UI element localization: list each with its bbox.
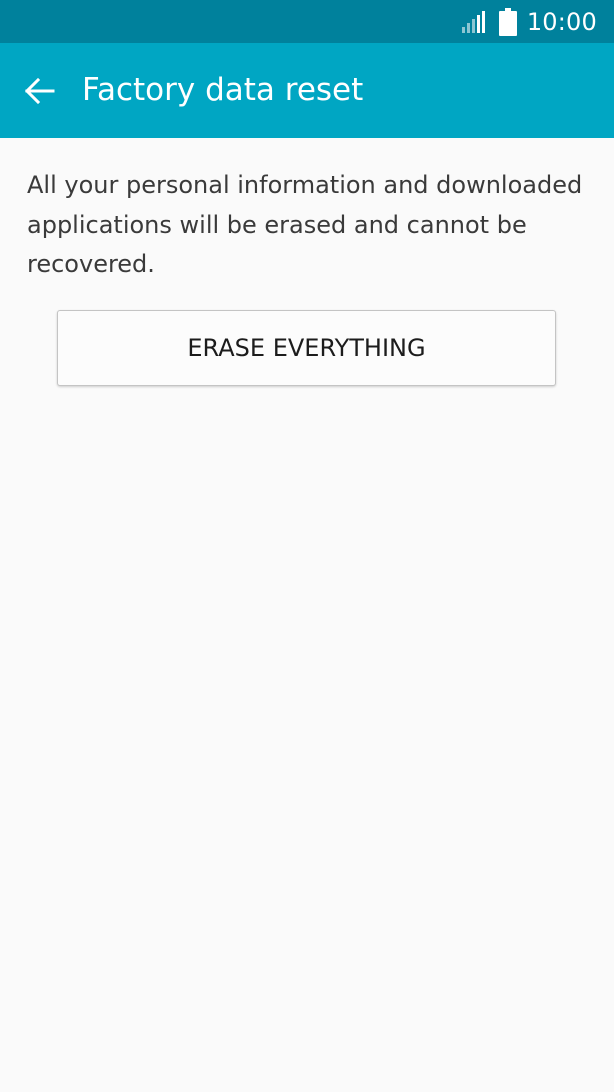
battery-icon xyxy=(498,7,527,36)
arrow-left-icon xyxy=(25,78,55,104)
signal-bars-icon xyxy=(461,10,499,34)
status-bar: 10:00 xyxy=(0,0,614,43)
erase-everything-button[interactable]: ERASE EVERYTHING xyxy=(57,310,556,386)
app-bar: Factory data reset xyxy=(0,43,614,138)
page-title: Factory data reset xyxy=(82,72,364,108)
main-content: All your personal information and downlo… xyxy=(0,138,614,1092)
status-time: 10:00 xyxy=(526,7,597,36)
back-button[interactable] xyxy=(16,69,64,113)
status-icons: 10:00 xyxy=(461,0,597,43)
reset-description: All your personal information and downlo… xyxy=(27,171,583,278)
